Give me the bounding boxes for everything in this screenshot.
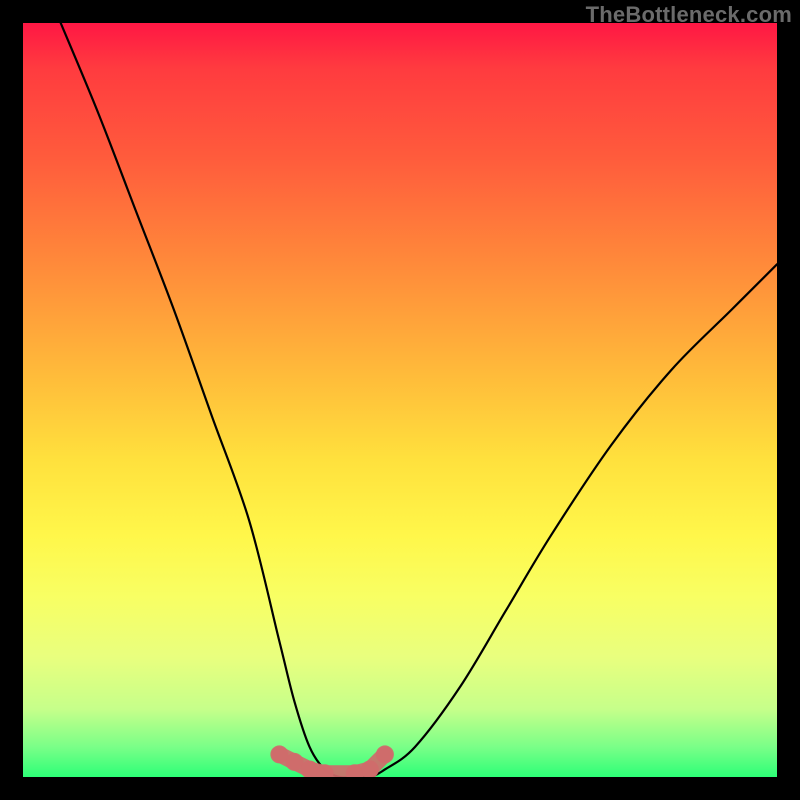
- bottom-markers: [270, 745, 394, 777]
- chart-stage: TheBottleneck.com: [0, 0, 800, 800]
- plot-area: [23, 23, 777, 777]
- chart-svg: [23, 23, 777, 777]
- bottleneck-curve: [61, 23, 777, 777]
- attribution-text: TheBottleneck.com: [586, 2, 792, 28]
